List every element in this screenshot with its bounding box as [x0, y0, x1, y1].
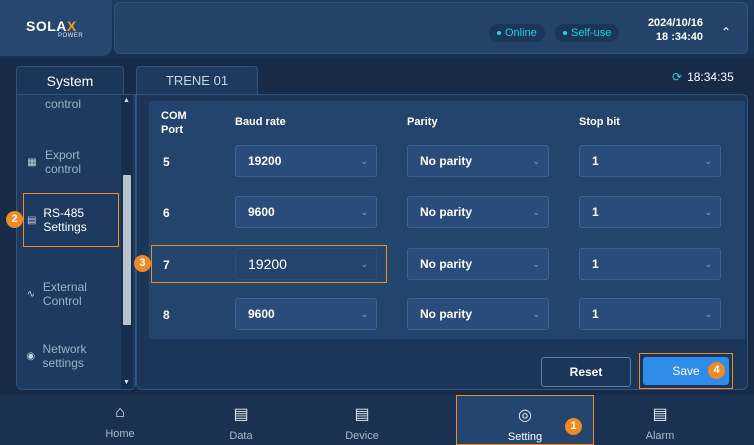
rs485-icon: ▤ — [26, 214, 37, 226]
nav-device[interactable]: ▤ Device — [290, 395, 434, 445]
chevron-down-icon: ⌄ — [360, 309, 368, 319]
online-status: Online — [489, 24, 545, 42]
chevron-down-icon: ⌄ — [704, 259, 712, 269]
bottom-nav: ⌂ Home ▤ Data ▤ Device ◎ Setting 1 ▤ Ala… — [0, 395, 754, 445]
col-header-baud: Baud rate — [235, 116, 286, 128]
chevron-down-icon: ⌄ — [360, 259, 368, 269]
header-bar: Online Self-use 2024/10/16 18 :34:40 ⌃ — [114, 2, 748, 54]
logo-text: SOLA — [26, 18, 67, 34]
stop-select[interactable]: 1 ⌄ — [579, 196, 721, 228]
chevron-down-icon: ⌄ — [532, 207, 540, 217]
col-header-parity: Parity — [407, 116, 438, 128]
table-row: 5 19200 ⌄ No parity ⌄ 1 ⌄ — [149, 141, 745, 187]
parity-select[interactable]: No parity ⌄ — [407, 248, 549, 280]
globe-icon: ◉ — [26, 350, 36, 362]
alarm-icon: ▤ — [652, 406, 668, 423]
sidebar: control ▦ Export control ▤ RS-485 Settin… — [16, 94, 136, 390]
table-row: 6 9600 ⌄ No parity ⌄ 1 ⌄ — [149, 189, 745, 235]
logo-subtitle: POWER — [58, 33, 84, 39]
online-dot-icon — [497, 31, 501, 36]
chevron-down-icon: ⌄ — [532, 156, 540, 166]
table-row: 7 19200 ⌄ No parity ⌄ 1 ⌄ — [149, 241, 745, 287]
parity-select[interactable]: No parity ⌄ — [407, 196, 549, 228]
scroll-thumb[interactable] — [123, 175, 131, 325]
stop-select[interactable]: 1 ⌄ — [579, 145, 721, 177]
parity-select[interactable]: No parity ⌄ — [407, 145, 549, 177]
annotation-badge-4: 4 — [708, 362, 725, 379]
logo: SOLAX POWER — [0, 0, 112, 56]
nav-alarm[interactable]: ▤ Alarm — [588, 395, 732, 445]
chevron-down-icon: ⌄ — [532, 259, 540, 269]
baud-select[interactable]: 9600 ⌄ — [235, 298, 377, 330]
sidebar-item-external-control[interactable]: ∿ External Control — [23, 267, 119, 321]
chevron-up-icon[interactable]: ⌃ — [721, 25, 731, 39]
system-tab[interactable]: System — [16, 66, 124, 94]
col-header-port: COM Port — [161, 110, 187, 136]
header: SOLAX POWER Online Self-use 2024/10/16 1… — [0, 0, 754, 58]
external-icon: ∿ — [26, 288, 36, 300]
refresh-icon[interactable]: ⟳ — [672, 70, 682, 84]
chevron-down-icon: ⌄ — [704, 309, 712, 319]
date-text: 2024/10/16 — [647, 17, 703, 29]
datetime: 2024/10/16 18 :34:40 — [631, 16, 703, 44]
sidebar-item-control[interactable]: control — [23, 95, 119, 131]
mode-dot-icon — [563, 31, 567, 36]
baud-select[interactable]: 19200 ⌄ — [235, 145, 377, 177]
scroll-down-icon[interactable]: ▼ — [123, 379, 130, 386]
chevron-down-icon: ⌄ — [704, 156, 712, 166]
baud-select[interactable]: 9600 ⌄ — [235, 196, 377, 228]
stop-select[interactable]: 1 ⌄ — [579, 248, 721, 280]
sidebar-item-network[interactable]: ◉ Network settings — [23, 329, 119, 383]
scroll-up-icon[interactable]: ▲ — [123, 97, 130, 104]
chevron-down-icon: ⌄ — [360, 156, 368, 166]
baud-select[interactable]: 19200 ⌄ — [235, 248, 377, 280]
table-row: 8 9600 ⌄ No parity ⌄ 1 ⌄ — [149, 291, 745, 337]
sidebar-item-rs485[interactable]: ▤ RS-485 Settings — [23, 193, 119, 247]
sidebar-item-export-control[interactable]: ▦ Export control — [23, 135, 119, 189]
nav-setting[interactable]: ◎ Setting 1 — [456, 395, 594, 445]
reset-button[interactable]: Reset — [541, 357, 631, 387]
chevron-down-icon: ⌄ — [360, 207, 368, 217]
save-button-highlight: Save 4 — [639, 353, 733, 389]
rs485-panel: COM Port Baud rate Parity Stop bit 5 192… — [136, 94, 748, 390]
tab-trene-01[interactable]: TRENE 01 — [136, 66, 258, 94]
annotation-badge-2: 2 — [6, 211, 23, 228]
time-text: 18 :34:40 — [655, 31, 703, 43]
col-header-stop: Stop bit — [579, 116, 620, 128]
annotation-badge-3: 3 — [134, 255, 151, 272]
parity-select[interactable]: No parity ⌄ — [407, 298, 549, 330]
device-icon: ▤ — [354, 406, 370, 423]
logo-x: X — [66, 18, 77, 34]
chevron-down-icon: ⌄ — [532, 309, 540, 319]
sidebar-scrollbar[interactable]: ▲ ▼ — [121, 95, 133, 389]
export-icon: ▦ — [27, 156, 37, 168]
stop-select[interactable]: 1 ⌄ — [579, 298, 721, 330]
sync-time: ⟳ 18:34:35 — [672, 70, 734, 84]
mode-status: Self-use — [555, 24, 620, 42]
chevron-down-icon: ⌄ — [704, 207, 712, 217]
annotation-badge-1: 1 — [565, 418, 582, 435]
